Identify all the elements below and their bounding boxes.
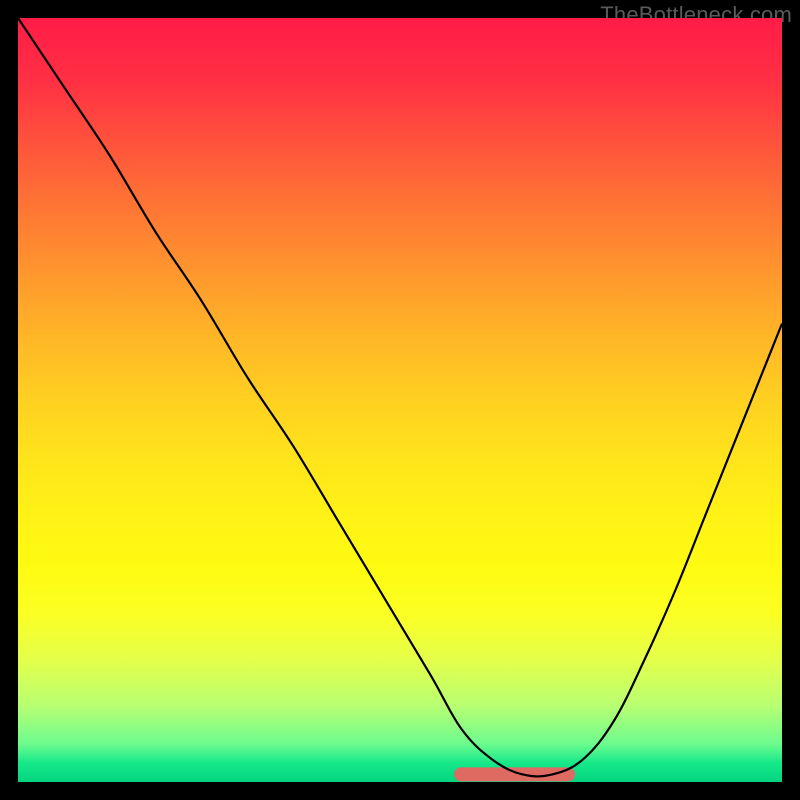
chart-svg xyxy=(18,18,782,782)
plot-area xyxy=(18,18,782,782)
curve-line xyxy=(18,18,782,776)
chart-frame: TheBottleneck.com xyxy=(0,0,800,800)
